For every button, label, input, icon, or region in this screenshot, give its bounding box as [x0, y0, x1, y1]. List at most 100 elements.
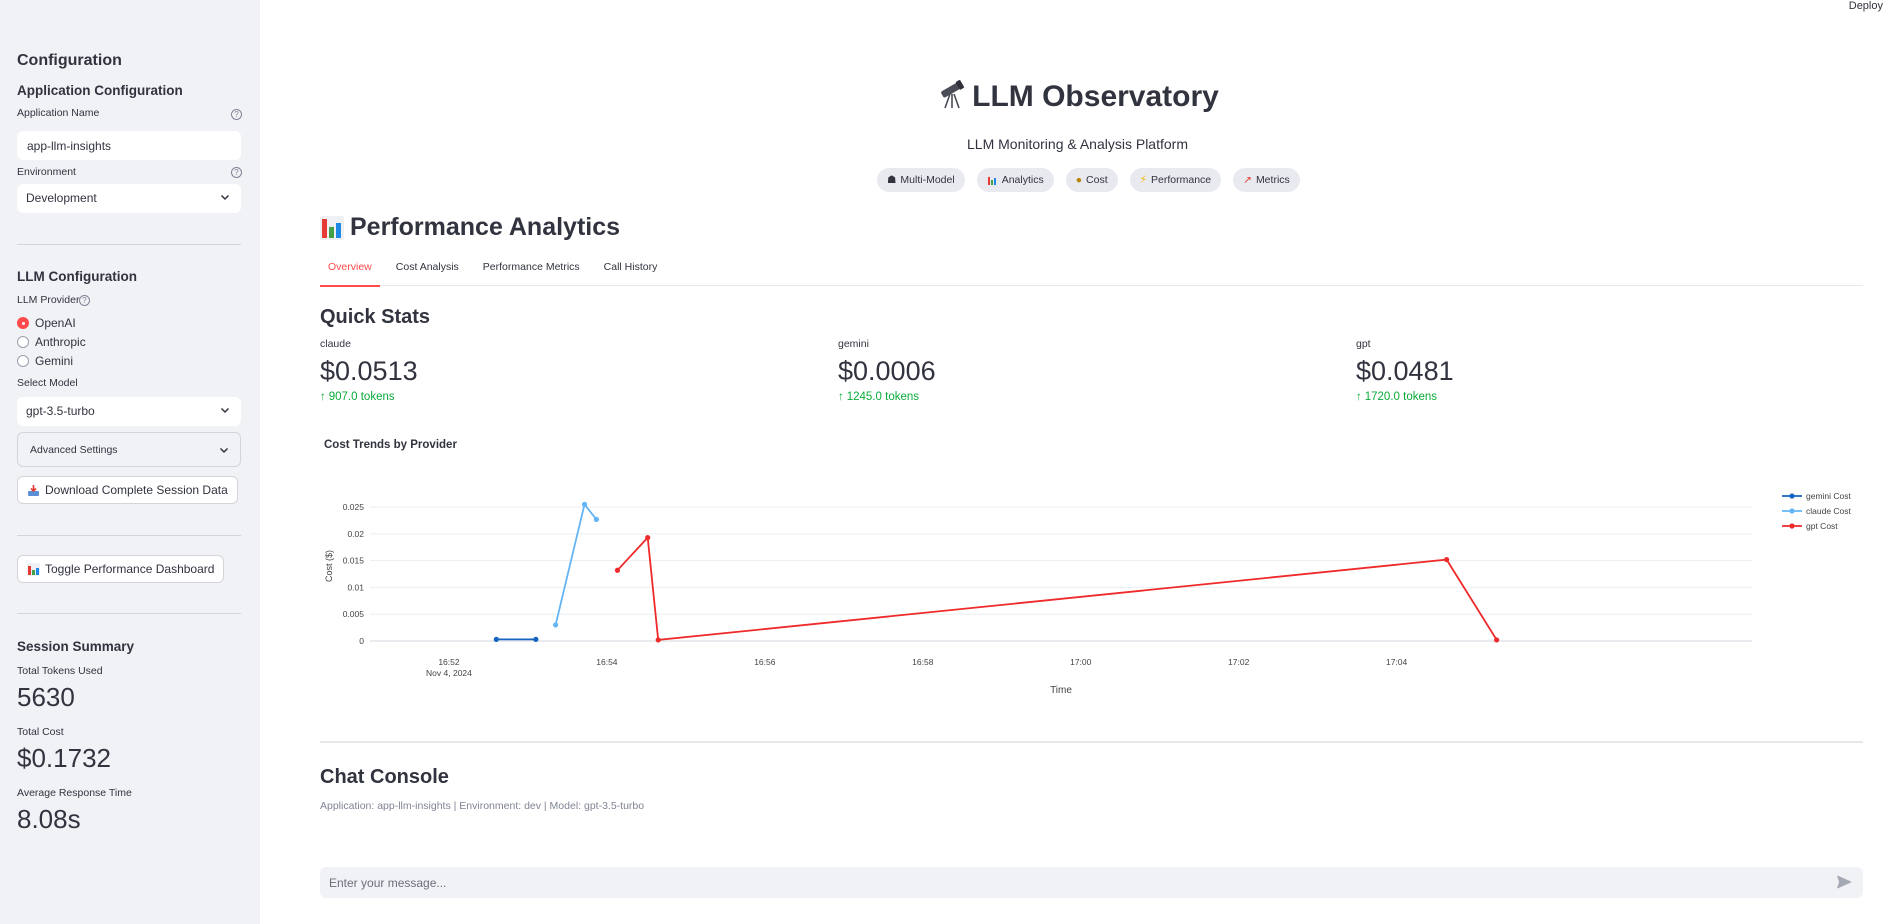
x-tick-label: 16:54 — [596, 657, 618, 667]
toggle-dashboard-button[interactable]: Toggle Performance Dashboard — [17, 555, 225, 583]
y-tick-label: 0.02 — [347, 529, 364, 539]
y-axis-label: Cost ($) — [324, 550, 334, 582]
tab-performance-metrics[interactable]: Performance Metrics — [475, 256, 588, 286]
deploy-button[interactable]: Deploy — [1849, 0, 1883, 12]
x-tick-label: 16:58 — [912, 657, 934, 667]
tab-bar: Overview Cost Analysis Performance Metri… — [320, 256, 1863, 287]
stat-gpt: gpt $0.0481 ↑ 1720.0 tokens — [1356, 338, 1454, 403]
data-point — [1444, 556, 1450, 563]
trend-icon: ↗ — [1243, 174, 1252, 186]
bar-chart-icon — [27, 562, 40, 576]
radio-openai[interactable]: OpenAI — [17, 316, 76, 330]
download-session-button[interactable]: Download Complete Session Data — [17, 476, 238, 504]
tokens-value: 5630 — [17, 682, 75, 712]
data-point — [614, 567, 621, 573]
help-icon[interactable]: ? — [231, 109, 242, 120]
stat-delta: ↑ 1245.0 tokens — [838, 391, 936, 403]
stat-label: gpt — [1356, 338, 1371, 350]
legend-label: claude Cost — [1806, 506, 1852, 516]
stat-delta: ↑ 1720.0 tokens — [1356, 391, 1454, 403]
radio-selected-icon — [17, 317, 29, 329]
pill-label: Multi-Model — [900, 174, 955, 186]
radio-unselected-icon — [17, 355, 29, 367]
environment-value: Development — [26, 191, 97, 205]
bar-chart-icon — [320, 215, 344, 240]
section-title-text: Performance Analytics — [350, 213, 621, 241]
help-icon[interactable]: ? — [231, 167, 242, 178]
stat-delta: ↑ 907.0 tokens — [320, 391, 418, 403]
advanced-settings-label: Advanced Settings — [30, 444, 118, 456]
sidebar-title: Configuration — [17, 52, 122, 69]
data-point — [533, 636, 539, 642]
radio-anthropic[interactable]: Anthropic — [17, 335, 86, 349]
stat-delta-text: 1245.0 tokens — [846, 391, 920, 403]
lightning-icon: ⚡ — [1139, 174, 1148, 186]
y-tick-label: 0.01 — [347, 582, 364, 592]
quick-stats-heading: Quick Stats — [320, 306, 431, 328]
model-select[interactable]: gpt-3.5-turbo — [17, 397, 241, 426]
x-tick-label: 17:04 — [1386, 657, 1408, 667]
chat-caption: Application: app-llm-insights | Environm… — [320, 800, 645, 812]
chevron-down-icon — [220, 407, 230, 414]
pill-label: Cost — [1086, 174, 1108, 186]
radio-unselected-icon — [17, 336, 29, 348]
chat-heading: Chat Console — [320, 766, 449, 788]
series-line — [616, 535, 1498, 641]
model-value: gpt-3.5-turbo — [26, 404, 95, 418]
legend-marker — [1789, 523, 1795, 529]
session-summary-heading: Session Summary — [17, 639, 135, 654]
data-point — [493, 636, 499, 642]
pill-analytics: Analytics — [976, 168, 1054, 192]
cost-trends-chart[interactable]: 0 0.005 0.01 0.015 0.02 0.025 16:52 16:54 16:56 1… — [320, 476, 1863, 711]
app-config-heading: Application Configuration — [17, 83, 183, 98]
cost-label: Total Cost — [17, 726, 64, 738]
money-bag-icon: ● — [1075, 174, 1083, 186]
radio-label: OpenAI — [35, 316, 76, 330]
help-icon[interactable]: ? — [79, 295, 90, 306]
data-point — [593, 516, 599, 522]
tab-overview[interactable]: Overview — [320, 256, 380, 287]
radio-label: Gemini — [35, 354, 74, 368]
radio-gemini[interactable]: Gemini — [17, 354, 73, 368]
sidebar-divider — [17, 535, 241, 536]
app-name-input[interactable] — [17, 131, 241, 160]
radio-label: Anthropic — [35, 335, 86, 349]
environment-label: Environment — [17, 166, 76, 178]
response-time-label: Average Response Time — [17, 787, 132, 799]
pill-label: Analytics — [1001, 174, 1044, 186]
telescope-icon — [936, 78, 968, 118]
sidebar-divider — [17, 613, 241, 614]
stat-delta-text: 907.0 tokens — [328, 391, 395, 403]
stat-label: claude — [320, 338, 351, 350]
advanced-settings-expander[interactable]: Advanced Settings — [17, 432, 241, 467]
pill-performance: ⚡ Performance — [1129, 168, 1222, 192]
model-label: Select Model — [17, 377, 78, 389]
pill-label: Performance — [1151, 174, 1212, 186]
legend-marker — [1789, 508, 1795, 514]
robot-icon: ☗ — [887, 174, 897, 186]
x-axis-label: Time — [1050, 685, 1072, 696]
section-title: Performance Analytics — [320, 213, 620, 242]
y-tick-label: 0.025 — [343, 502, 365, 512]
download-session-label: Download Complete Session Data — [45, 483, 228, 497]
pill-label: Metrics — [1255, 174, 1290, 186]
provider-label: LLM Provider — [17, 294, 80, 306]
y-tick-label: 0 — [359, 636, 364, 646]
tab-call-history[interactable]: Call History — [596, 256, 666, 286]
data-point — [655, 637, 661, 643]
chat-message-input[interactable] — [320, 867, 1863, 898]
data-point — [645, 535, 651, 541]
data-point — [552, 622, 559, 628]
stat-delta-text: 1720.0 tokens — [1364, 391, 1438, 403]
environment-select[interactable]: Development — [17, 184, 241, 213]
pill-metrics: ↗ Metrics — [1233, 168, 1300, 192]
y-tick-label: 0.005 — [343, 609, 365, 619]
x-date-label: Nov 4, 2024 — [426, 668, 472, 678]
data-point — [1494, 637, 1500, 643]
send-icon[interactable] — [1836, 874, 1852, 890]
response-time-value: 8.08s — [17, 804, 81, 834]
tab-cost-analysis[interactable]: Cost Analysis — [388, 256, 467, 286]
legend-marker — [1789, 493, 1795, 499]
toggle-dashboard-label: Toggle Performance Dashboard — [45, 562, 215, 576]
sidebar: Configuration Application Configuration … — [0, 0, 260, 924]
